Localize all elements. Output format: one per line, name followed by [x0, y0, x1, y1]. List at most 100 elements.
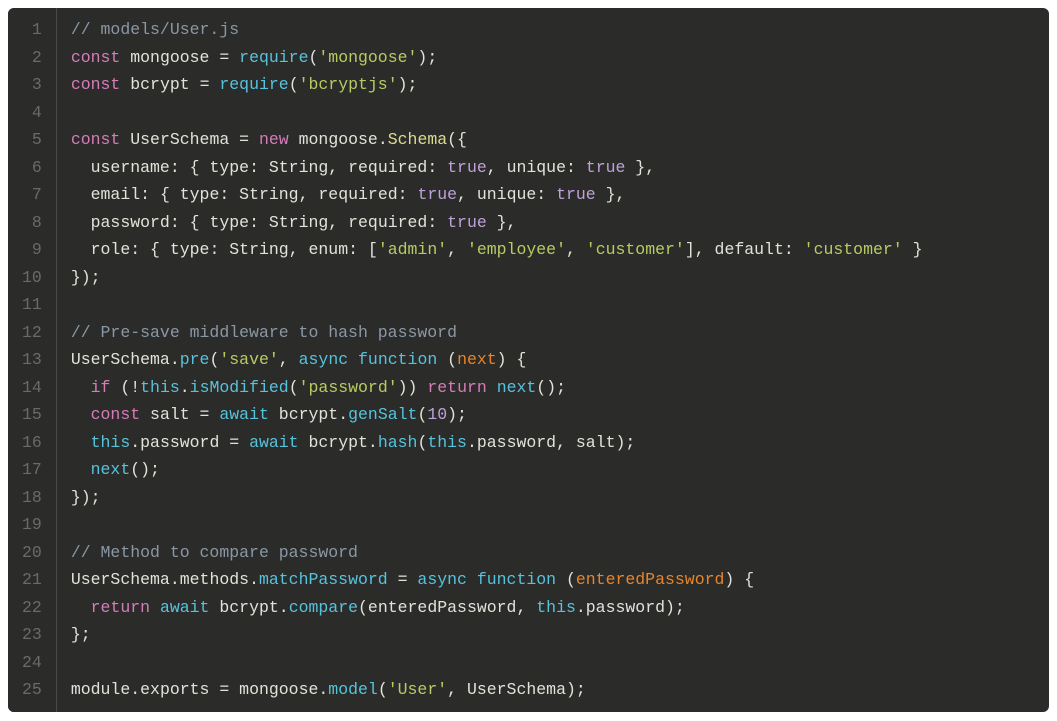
- token-pn: [120, 48, 130, 67]
- line-number: 18: [22, 484, 48, 512]
- token-pn: [209, 75, 219, 94]
- token-pn: (: [417, 433, 427, 452]
- token-pn: ({: [447, 130, 467, 149]
- token-pn: [487, 378, 497, 397]
- token-pn: .: [318, 680, 328, 699]
- token-pn: .: [170, 570, 180, 589]
- token-pn: : {: [170, 158, 210, 177]
- token-pn: : {: [170, 213, 210, 232]
- token-id: module: [71, 680, 130, 699]
- token-kw2: this: [91, 433, 131, 452]
- token-id: type: [209, 213, 249, 232]
- token-pn: [229, 130, 239, 149]
- token-pn: ,: [328, 213, 348, 232]
- token-fn: matchPassword: [259, 570, 388, 589]
- token-pn: ;: [427, 48, 437, 67]
- token-cm: // models/User.js: [71, 20, 239, 39]
- token-pn: ,: [487, 158, 507, 177]
- line-number-gutter: 1234567891011121314151617181920212223242…: [8, 8, 57, 712]
- token-pn: },: [487, 213, 517, 232]
- token-pn: ,: [447, 240, 467, 259]
- token-fn: require: [239, 48, 308, 67]
- token-pn: : {: [140, 185, 180, 204]
- token-pn: ],: [685, 240, 715, 259]
- token-bool: true: [447, 158, 487, 177]
- token-pn: [71, 460, 91, 479]
- token-kw: if: [91, 378, 111, 397]
- code-line: const salt = await bcrypt.genSalt(10);: [71, 401, 1033, 429]
- token-id: UserSchema: [467, 680, 566, 699]
- token-kw2: this: [536, 598, 576, 617]
- token-pn: :: [249, 158, 269, 177]
- token-bool: true: [417, 185, 457, 204]
- token-pn: .: [467, 433, 477, 452]
- token-pn: :: [427, 213, 447, 232]
- token-pn: ();: [536, 378, 566, 397]
- line-number: 9: [22, 236, 48, 264]
- token-pn: [120, 75, 130, 94]
- code-line: const UserSchema = new mongoose.Schema({: [71, 126, 1033, 154]
- token-kw: const: [71, 130, 121, 149]
- token-pn: :: [784, 240, 804, 259]
- line-number: 14: [22, 374, 48, 402]
- token-pn: }: [903, 240, 923, 259]
- line-number: 20: [22, 539, 48, 567]
- token-pn: .: [338, 405, 348, 424]
- line-number: 15: [22, 401, 48, 429]
- token-pn: ) {: [497, 350, 527, 369]
- token-pn: [140, 405, 150, 424]
- code-line: [71, 99, 1033, 127]
- code-line: if (!this.isModified('password')) return…: [71, 374, 1033, 402]
- token-pn: (!: [110, 378, 140, 397]
- token-cm: // Pre-save middleware to hash password: [71, 323, 457, 342]
- token-num: 10: [427, 405, 447, 424]
- token-pn: ,: [457, 185, 477, 204]
- token-id: bcrypt: [279, 405, 338, 424]
- code-line: username: { type: String, required: true…: [71, 154, 1033, 182]
- token-pn: : [: [348, 240, 378, 259]
- code-line: [71, 291, 1033, 319]
- line-number: 23: [22, 621, 48, 649]
- line-number: 25: [22, 676, 48, 704]
- line-number: 1: [22, 16, 48, 44]
- token-pn: .: [130, 433, 140, 452]
- token-pn: ): [417, 48, 427, 67]
- token-id: required: [348, 158, 427, 177]
- line-number: 3: [22, 71, 48, 99]
- token-pn: .: [170, 350, 180, 369]
- token-pn: .: [576, 598, 586, 617]
- token-pn: =: [190, 405, 220, 424]
- token-pn: ): [398, 75, 408, 94]
- token-pn: };: [71, 625, 91, 644]
- code-line: email: { type: String, required: true, u…: [71, 181, 1033, 209]
- token-kw: const: [91, 405, 141, 424]
- token-fn: next: [91, 460, 131, 479]
- line-number: 21: [22, 566, 48, 594]
- token-pn: :: [249, 213, 269, 232]
- token-str: 'bcryptjs': [299, 75, 398, 94]
- token-str: 'password': [299, 378, 398, 397]
- token-id: enteredPassword: [368, 598, 517, 617]
- token-pn: =: [200, 75, 210, 94]
- token-fn: model: [328, 680, 378, 699]
- token-str: 'employee': [467, 240, 566, 259]
- token-id: enum: [309, 240, 349, 259]
- code-content[interactable]: // models/User.jsconst mongoose = requir…: [57, 8, 1049, 712]
- code-line: // models/User.js: [71, 16, 1033, 44]
- token-pn: (: [308, 48, 318, 67]
- token-fn: hash: [378, 433, 418, 452]
- token-pn: (: [209, 350, 219, 369]
- token-fn: next: [497, 378, 537, 397]
- token-pn: :: [398, 185, 418, 204]
- token-id: salt: [576, 433, 616, 452]
- code-line: next();: [71, 456, 1033, 484]
- token-kw: new: [259, 130, 289, 149]
- token-fn: pre: [180, 350, 210, 369]
- token-pn: [299, 433, 309, 452]
- token-pn: ,: [328, 158, 348, 177]
- token-pn: [71, 213, 91, 232]
- line-number: 8: [22, 209, 48, 237]
- code-line: const bcrypt = require('bcryptjs');: [71, 71, 1033, 99]
- token-pn: [229, 48, 239, 67]
- token-pn: [120, 130, 130, 149]
